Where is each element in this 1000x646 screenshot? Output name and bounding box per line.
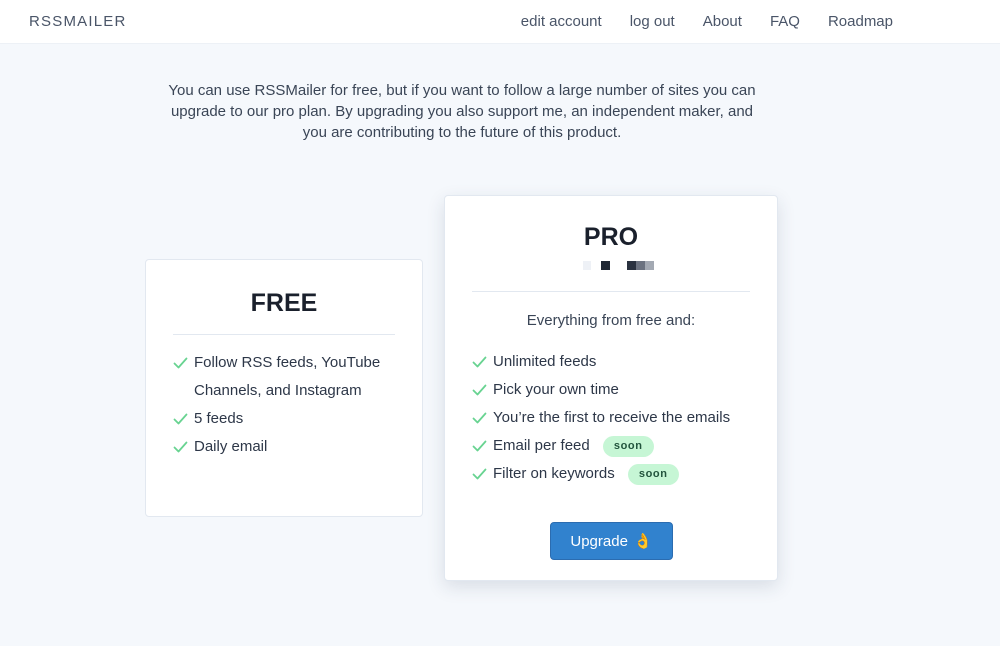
- pro-plan-title: PRO: [583, 223, 639, 251]
- free-plan-card: FREE Follow RSS feeds, YouTube Channels,…: [145, 259, 423, 517]
- pro-card-divider: [472, 291, 750, 292]
- free-feature-label: 5 feeds: [194, 410, 244, 427]
- nav-about-link[interactable]: About: [703, 13, 742, 30]
- pro-feature-label: Unlimited feeds: [493, 353, 597, 370]
- pro-subtitle: Everything from free and:: [526, 312, 696, 329]
- pro-feature-item: You’re the first to receive the emails: [472, 404, 762, 432]
- price-pixel: [583, 261, 591, 270]
- pro-feature-label: Pick your own time: [493, 381, 619, 398]
- price-pixel: [636, 261, 645, 270]
- check-icon: [472, 468, 487, 480]
- free-feature-label: Follow RSS feeds, YouTube Channels, and …: [194, 354, 381, 399]
- nav-log-out-link[interactable]: log out: [630, 13, 675, 30]
- free-feature-item: Follow RSS feeds, YouTube Channels, and …: [173, 349, 403, 405]
- check-icon: [173, 357, 188, 369]
- pro-price-redacted: [583, 261, 655, 270]
- pro-feature-item: Email per feed soon: [472, 432, 762, 460]
- pro-feature-list: Unlimited feeds Pick your own time You’r…: [472, 348, 762, 488]
- free-card-divider: [173, 334, 395, 335]
- pro-feature-item: Pick your own time: [472, 376, 762, 404]
- free-feature-label: Daily email: [194, 438, 268, 455]
- check-icon: [472, 440, 487, 452]
- check-icon: [173, 413, 188, 425]
- top-navbar: RSSMAILER edit account log out About FAQ…: [0, 0, 1000, 44]
- pro-feature-item: Filter on keywords soon: [472, 460, 762, 488]
- nav-faq-link[interactable]: FAQ: [770, 13, 800, 30]
- upgrade-button-label: Upgrade: [570, 532, 628, 550]
- nav-edit-account-link[interactable]: edit account: [521, 13, 602, 30]
- brand-logo-link[interactable]: RSSMAILER: [29, 13, 127, 30]
- price-pixel: [627, 261, 636, 270]
- upgrade-button[interactable]: Upgrade 👌: [550, 522, 673, 560]
- pro-feature-label: Filter on keywords: [493, 465, 615, 482]
- check-icon: [472, 384, 487, 396]
- free-feature-item: 5 feeds: [173, 405, 403, 433]
- check-icon: [472, 412, 487, 424]
- pro-plan-card: PRO Everything from free and: Unlimited …: [444, 195, 778, 581]
- pro-feature-item: Unlimited feeds: [472, 348, 762, 376]
- free-feature-item: Daily email: [173, 433, 403, 461]
- ok-hand-icon: 👌: [633, 533, 653, 550]
- soon-badge: soon: [602, 436, 654, 457]
- intro-text: You can use RSSMailer for free, but if y…: [168, 82, 756, 141]
- free-feature-list: Follow RSS feeds, YouTube Channels, and …: [173, 349, 403, 461]
- check-icon: [173, 441, 188, 453]
- pro-feature-label: You’re the first to receive the emails: [493, 409, 731, 426]
- nav-links: edit account log out About FAQ Roadmap: [521, 13, 893, 30]
- free-plan-title: FREE: [250, 289, 318, 317]
- nav-roadmap-link[interactable]: Roadmap: [828, 13, 893, 30]
- pro-feature-label: Email per feed: [493, 437, 590, 454]
- soon-badge: soon: [627, 464, 679, 485]
- price-pixel: [645, 261, 654, 270]
- price-pixel: [601, 261, 610, 270]
- check-icon: [472, 356, 487, 368]
